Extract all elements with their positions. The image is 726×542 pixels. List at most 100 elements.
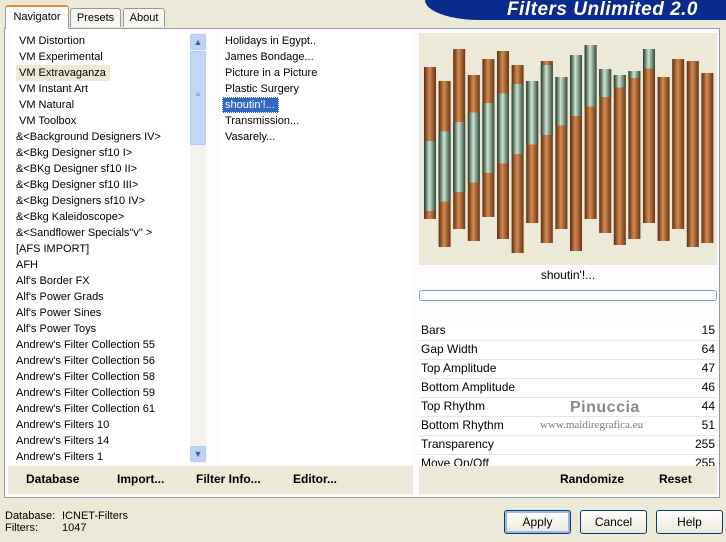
scroll-up-button[interactable]: ▲: [190, 34, 206, 50]
preview-bar: [643, 49, 655, 223]
preview-bar-band: [643, 49, 655, 69]
watermark-url: www.maidiregrafica.eu: [540, 419, 644, 431]
import-button[interactable]: Import...: [117, 472, 164, 486]
category-item[interactable]: &<BKg Designer sf10 II>: [13, 161, 190, 177]
category-item[interactable]: Alf's Power Grads: [13, 289, 190, 305]
parameter-slider[interactable]: Bottom Amplitude 46: [419, 379, 717, 398]
filters-count: 1047: [62, 522, 87, 534]
progress-bar: [419, 290, 717, 301]
database-value: ICNET-Filters: [62, 510, 128, 522]
filter-item[interactable]: Vasarely...: [222, 129, 411, 145]
preview-filter-name: shoutin'!...: [540, 268, 596, 282]
category-item[interactable]: VM Instant Art: [16, 81, 190, 97]
category-item[interactable]: &<Bkg Kaleidoscope>: [13, 209, 190, 225]
watermark-name: Pinuccia: [570, 399, 640, 416]
preview-bar-band: [599, 69, 612, 97]
category-item[interactable]: &<Bkg Designer sf10 I>: [13, 145, 190, 161]
filter-item[interactable]: Plastic Surgery: [222, 81, 411, 97]
title-banner: Filters Unlimited 2.0: [425, 0, 726, 20]
preview-bar-band: [570, 55, 582, 116]
parameter-label: Gap Width: [421, 342, 478, 356]
scroll-down-button[interactable]: ▼: [190, 446, 206, 462]
filters-label: Filters:: [5, 522, 38, 534]
category-item[interactable]: Andrew's Filter Collection 55: [13, 337, 190, 353]
category-item[interactable]: Andrew's Filters 14: [13, 433, 190, 449]
tab-about[interactable]: About: [123, 8, 165, 27]
category-item[interactable]: VM Extravaganza: [16, 65, 110, 81]
apply-button[interactable]: Apply: [504, 510, 571, 534]
parameter-slider[interactable]: Top Amplitude 47: [419, 360, 717, 379]
preview-bar-band: [584, 45, 597, 107]
category-item[interactable]: VM Toolbox: [16, 113, 190, 129]
database-button[interactable]: Database: [26, 472, 79, 486]
filter-item[interactable]: James Bondage...: [222, 49, 411, 65]
parameter-slider[interactable]: Gap Width 64: [419, 341, 717, 360]
filter-info-button[interactable]: Filter Info...: [196, 472, 261, 486]
preview-bar-band: [453, 122, 466, 192]
parameter-label: Transparency: [421, 437, 494, 451]
database-label: Database:: [5, 510, 56, 522]
category-item[interactable]: Andrew's Filter Collection 56: [13, 353, 190, 369]
preview-bar-band: [628, 71, 641, 78]
category-item[interactable]: AFH: [13, 257, 190, 273]
tab-navigator[interactable]: Navigator: [5, 5, 69, 29]
category-item[interactable]: Alf's Border FX: [13, 273, 190, 289]
banner-title: Filters Unlimited 2.0: [506, 0, 698, 20]
parameter-label: Bars: [421, 323, 446, 337]
category-list[interactable]: VM Distortion VM Experimental VM Extravaga…: [12, 33, 190, 463]
preview-bar-band: [613, 75, 626, 88]
category-item[interactable]: VM Natural: [16, 97, 190, 113]
category-item[interactable]: Andrew's Filters 10: [13, 417, 190, 433]
editor-button[interactable]: Editor...: [293, 472, 337, 486]
randomize-button[interactable]: Randomize: [560, 472, 624, 486]
parameter-slider[interactable]: Transparency 255: [419, 436, 717, 455]
preview-bar: [628, 71, 641, 239]
parameter-slider[interactable]: Top Rhythm 44: [419, 398, 717, 417]
category-item[interactable]: Andrew's Filters 1: [13, 449, 190, 463]
preview-bar-band: [467, 112, 480, 183]
preview-bar-band: [482, 103, 495, 173]
filter-list[interactable]: Holidays in Egypt.. James Bondage... Pictu…: [219, 33, 411, 463]
category-item[interactable]: Alf's Power Sines: [13, 305, 190, 321]
preview-bar-band: [511, 84, 524, 154]
parameter-value: 44: [701, 399, 715, 413]
filter-item[interactable]: Transmission...: [222, 113, 411, 129]
category-item[interactable]: [AFS IMPORT]: [13, 241, 190, 257]
parameter-panel: Bars 15 Gap Width 64 Top Amplitude 47 Bottom A…: [419, 322, 717, 474]
category-item[interactable]: &<Sandflower Specials"v" >: [13, 225, 190, 241]
category-item[interactable]: &<Bkg Designer sf10 III>: [13, 177, 190, 193]
cancel-button[interactable]: Cancel: [580, 510, 647, 534]
category-item[interactable]: &<Bkg Designers sf10 IV>: [13, 193, 190, 209]
parameter-value: 255: [694, 437, 715, 451]
parameter-label: Top Rhythm: [421, 399, 486, 413]
category-scrollbar[interactable]: ▲ ≡ ▼: [190, 33, 206, 463]
category-item[interactable]: VM Experimental: [16, 49, 190, 65]
parameter-slider[interactable]: Bars 15: [419, 322, 717, 341]
filter-item[interactable]: Holidays in Egypt..: [222, 33, 411, 49]
scroll-thumb[interactable]: ≡: [190, 51, 206, 145]
category-item[interactable]: Andrew's Filter Collection 58: [13, 369, 190, 385]
help-button[interactable]: Help: [656, 510, 723, 534]
parameter-label: Top Amplitude: [421, 361, 497, 375]
category-item[interactable]: Alf's Power Toys: [13, 321, 190, 337]
preview-bar-band: [438, 131, 451, 202]
parameter-label: Bottom Rhythm: [421, 418, 504, 432]
parameter-value: 47: [701, 361, 715, 375]
category-item[interactable]: Andrew's Filter Collection 59: [13, 385, 190, 401]
category-item[interactable]: VM Distortion: [16, 33, 190, 49]
reset-button[interactable]: Reset: [659, 472, 692, 486]
preview-bar-band: [424, 141, 436, 211]
category-item[interactable]: Andrew's Filter Collection 61: [13, 401, 190, 417]
parameter-label: Bottom Amplitude: [421, 380, 516, 394]
preview-bar-band: [540, 65, 553, 135]
filter-item[interactable]: Picture in a Picture: [222, 65, 411, 81]
preview-bar: [657, 77, 670, 241]
preview-bar-band: [555, 77, 568, 126]
filter-item[interactable]: shoutin'!...: [222, 97, 279, 113]
parameter-value: 51: [701, 418, 715, 432]
parameter-value: 46: [701, 380, 715, 394]
preview-bar-band: [526, 81, 539, 145]
tab-presets[interactable]: Presets: [70, 8, 121, 27]
preview-bar: [672, 59, 685, 229]
category-item[interactable]: &<Background Designers IV>: [13, 129, 190, 145]
